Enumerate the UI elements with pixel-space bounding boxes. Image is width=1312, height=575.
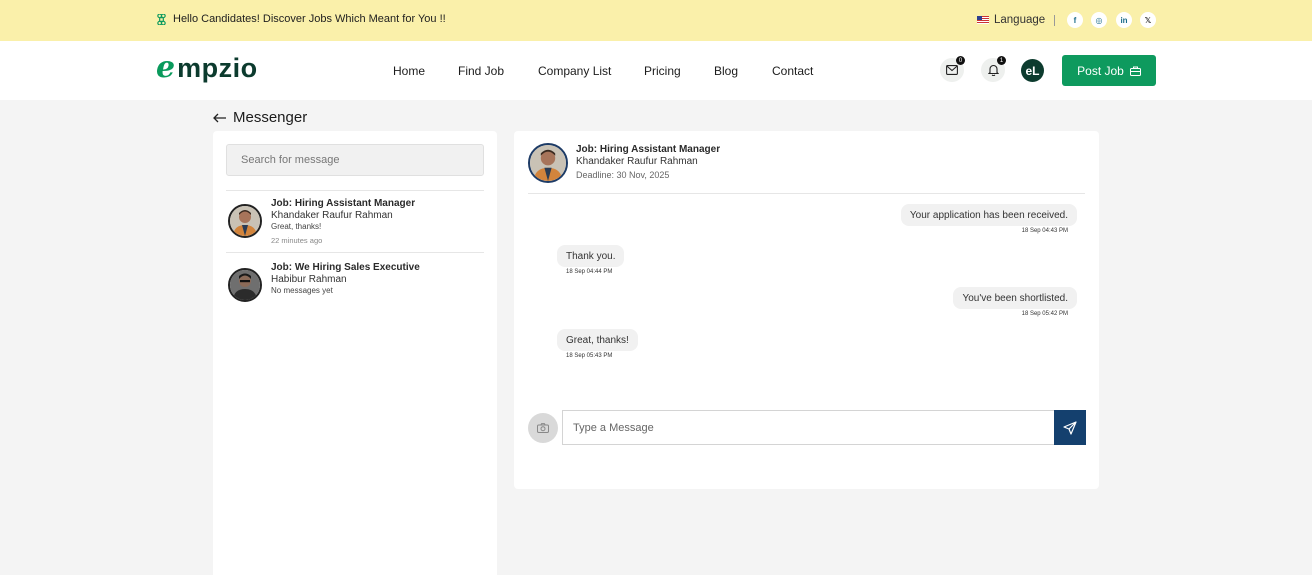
avatar <box>528 143 568 183</box>
us-flag-icon <box>977 16 989 24</box>
conversation-item[interactable]: Job: Hiring Assistant Manager Khandaker … <box>226 191 484 251</box>
post-job-label: Post Job <box>1077 63 1124 78</box>
conversation-list-panel: Job: Hiring Assistant Manager Khandaker … <box>213 131 497 575</box>
messenger-heading: Messenger <box>213 109 307 126</box>
message-time: 18 Sep 05:43 PM <box>566 353 613 359</box>
nav-blog[interactable]: Blog <box>714 64 738 78</box>
language-label: Language <box>994 14 1046 26</box>
facebook-icon[interactable]: f <box>1067 12 1083 28</box>
send-icon <box>1063 420 1077 435</box>
chat-panel: Job: Hiring Assistant Manager Khandaker … <box>514 131 1099 489</box>
back-arrow-icon[interactable] <box>213 113 227 123</box>
briefcase-icon <box>1129 66 1141 76</box>
post-job-button[interactable]: Post Job <box>1062 55 1156 86</box>
chat-contact-name: Khandaker Raufur Rahman <box>576 156 698 167</box>
announcement-bar: Hello Candidates! Discover Jobs Which Me… <box>0 0 1312 41</box>
user-avatar[interactable]: eL <box>1021 59 1044 82</box>
divider <box>1054 15 1055 26</box>
linkedin-icon[interactable]: in <box>1116 12 1132 28</box>
conversation-preview: Great, thanks! <box>271 222 322 231</box>
messages-count-badge: 0 <box>956 56 965 65</box>
message-input[interactable] <box>562 410 1055 445</box>
conversation-job: Job: Hiring Assistant Manager <box>271 198 416 209</box>
chat-job-title: Job: Hiring Assistant Manager <box>576 144 721 155</box>
message-bubble-outgoing: You've been shortlisted. <box>953 287 1077 309</box>
conversation-preview: No messages yet <box>271 286 333 295</box>
notifications-count-badge: 1 <box>997 56 1006 65</box>
message-time: 18 Sep 04:43 PM <box>1021 228 1068 234</box>
bell-icon <box>987 64 999 76</box>
divider <box>226 252 484 253</box>
avatar <box>228 204 262 238</box>
search-input[interactable] <box>226 144 484 176</box>
logo[interactable]: e mpzio <box>156 50 258 85</box>
conversation-job: Job: We Hiring Sales Executive <box>271 262 420 273</box>
message-time: 18 Sep 04:44 PM <box>566 269 613 275</box>
message-time: 18 Sep 05:42 PM <box>1021 311 1068 317</box>
nav-home[interactable]: Home <box>393 64 425 78</box>
nav-pricing[interactable]: Pricing <box>644 64 681 78</box>
message-bubble-outgoing: Your application has been received. <box>900 204 1077 226</box>
language-selector[interactable]: Language <box>977 14 1045 26</box>
nav-find-job[interactable]: Find Job <box>458 64 504 78</box>
conversation-name: Khandaker Raufur Rahman <box>271 210 393 221</box>
logo-text: mpzio <box>177 53 258 83</box>
nav-company-list[interactable]: Company List <box>538 64 611 78</box>
command-icon <box>156 13 167 25</box>
conversation-time: 22 minutes ago <box>271 236 323 245</box>
logo-mark: e <box>156 50 176 85</box>
message-bubble-incoming: Great, thanks! <box>557 329 638 351</box>
messages-button[interactable]: 0 <box>940 56 965 82</box>
page-title: Messenger <box>233 109 308 126</box>
nav-contact[interactable]: Contact <box>772 64 813 78</box>
site-header: e mpzio Home Find Job Company List Prici… <box>0 41 1312 100</box>
envelope-icon <box>946 65 958 75</box>
attach-photo-button[interactable] <box>528 413 558 443</box>
camera-icon <box>537 423 549 433</box>
announcement-text: Hello Candidates! Discover Jobs Which Me… <box>173 13 446 25</box>
avatar <box>228 268 262 302</box>
announcement: Hello Candidates! Discover Jobs Which Me… <box>156 13 446 25</box>
message-bubble-incoming: Thank you. <box>557 245 625 267</box>
chat-deadline: Deadline: 30 Nov, 2025 <box>576 170 670 180</box>
x-icon[interactable]: 𝕏 <box>1140 12 1156 28</box>
conversation-name: Habibur Rahman <box>271 274 347 285</box>
notifications-button[interactable]: 1 <box>981 56 1006 82</box>
send-button[interactable] <box>1054 410 1086 445</box>
instagram-icon[interactable]: ◎ <box>1091 12 1107 28</box>
conversation-item[interactable]: Job: We Hiring Sales Executive Habibur R… <box>226 255 484 315</box>
divider <box>528 193 1085 194</box>
